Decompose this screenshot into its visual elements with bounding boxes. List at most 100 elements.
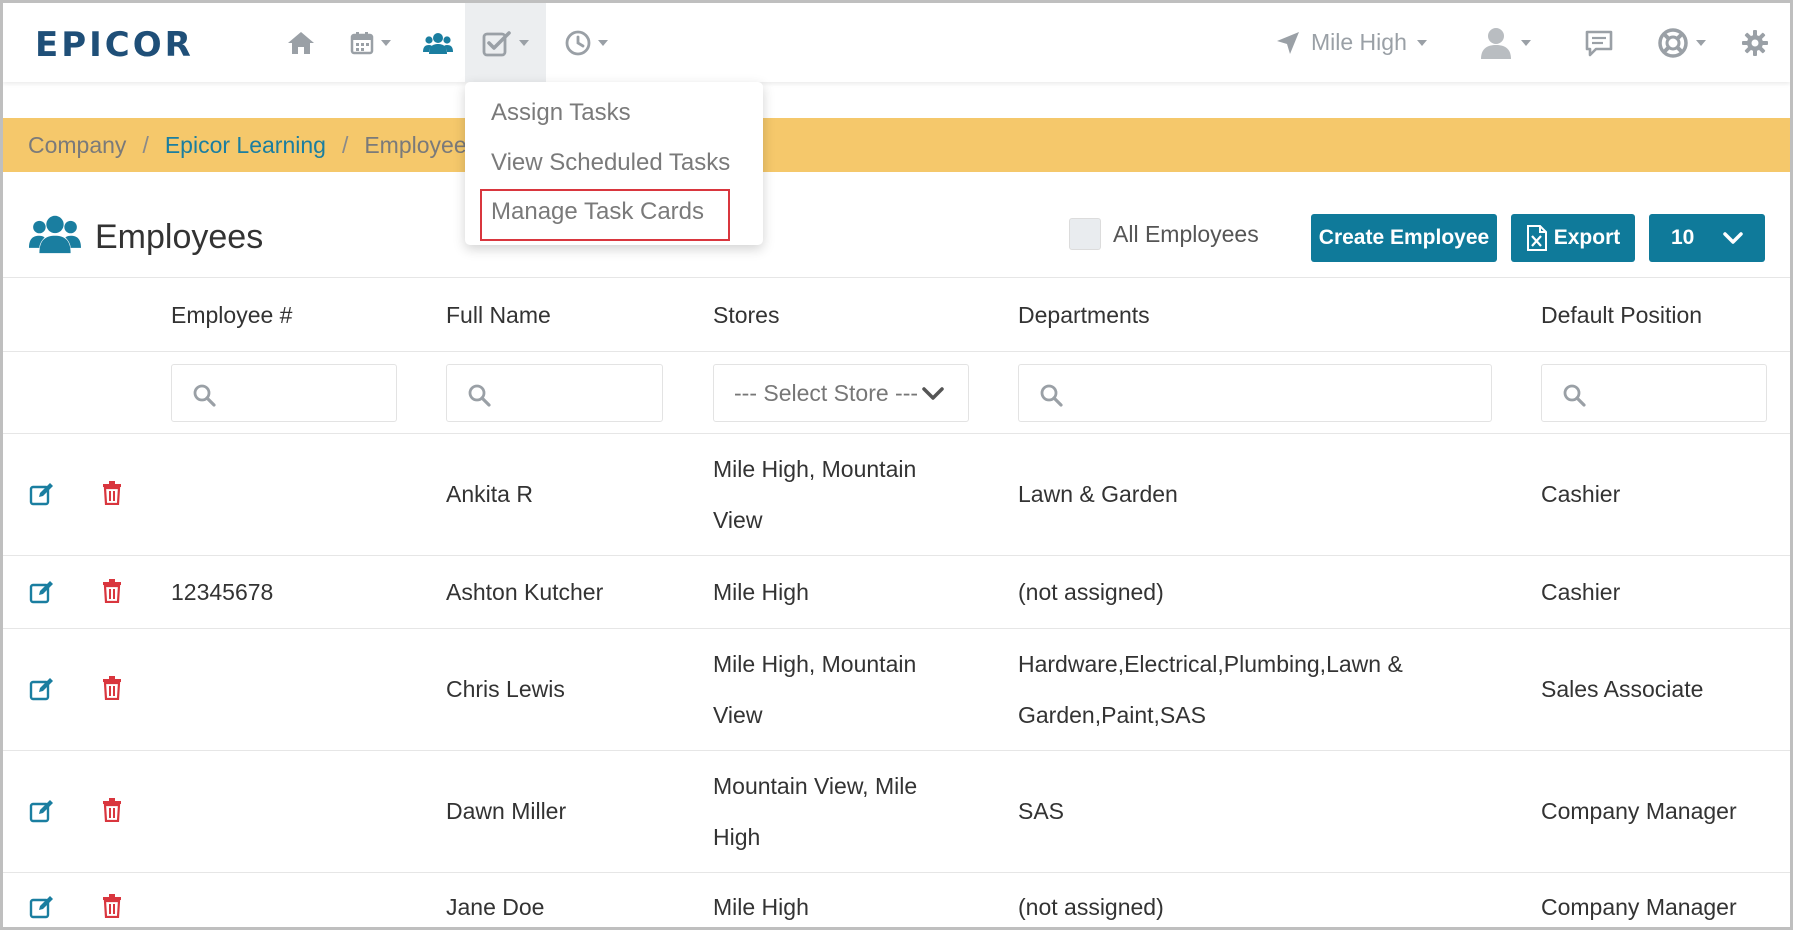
cell-stores-line2: High — [713, 824, 761, 850]
table-row: 12345678 Ashton Kutcher Mile High (not a… — [3, 556, 1790, 629]
employee-no-search-input[interactable] — [171, 364, 397, 422]
column-header-full-name[interactable]: Full Name — [446, 302, 551, 329]
clock-menu[interactable] — [561, 3, 611, 82]
delete-icon[interactable] — [101, 798, 123, 822]
column-header-departments[interactable]: Departments — [1018, 302, 1150, 329]
table-row: Dawn Miller Mountain View, Mile High SAS… — [3, 751, 1790, 873]
edit-icon[interactable] — [29, 895, 55, 919]
cell-stores-line1: Mile High, Mountain — [713, 456, 917, 482]
chat-icon[interactable] — [1581, 3, 1617, 82]
gear-icon[interactable] — [1737, 3, 1773, 82]
user-menu[interactable] — [1473, 3, 1535, 82]
delete-icon[interactable] — [101, 676, 123, 700]
chevron-down-icon — [1723, 232, 1743, 244]
filter-row: --- Select Store --- — [3, 352, 1790, 434]
chevron-down-icon — [1416, 39, 1427, 46]
delete-icon[interactable] — [101, 481, 123, 505]
menu-item-assign-tasks[interactable]: Assign Tasks — [491, 99, 631, 127]
clock-icon — [565, 30, 590, 55]
calendar-icon — [350, 31, 373, 54]
edit-icon[interactable] — [29, 799, 55, 823]
cell-stores-line1: Mountain View, Mile — [713, 773, 918, 799]
user-icon — [1480, 27, 1511, 59]
store-selector[interactable]: Mile High — [1275, 3, 1427, 82]
delete-icon[interactable] — [101, 894, 123, 918]
store-filter-placeholder: --- Select Store --- — [734, 379, 919, 406]
cell-departments-line1: SAS — [1018, 798, 1065, 824]
help-lifebuoy-icon — [1657, 27, 1688, 58]
delete-icon[interactable] — [101, 579, 123, 603]
breadcrumb-epicor-learning[interactable]: Epicor Learning — [165, 132, 326, 159]
edit-icon[interactable] — [29, 677, 55, 701]
table-row: Ankita R Mile High, Mountain View Lawn &… — [3, 434, 1790, 556]
employees-icon — [29, 215, 81, 254]
create-employee-button[interactable]: Create Employee — [1311, 214, 1497, 262]
page-header: Employees All Employees Create Employee … — [3, 198, 1790, 278]
search-icon — [193, 384, 216, 407]
chevron-down-icon — [519, 39, 529, 46]
search-icon — [1040, 384, 1063, 407]
tasks-dropdown-menu: Assign Tasks View Scheduled Tasks Manage… — [465, 82, 763, 245]
cell-default-position: Cashier — [1541, 579, 1621, 605]
search-icon — [468, 384, 491, 407]
menu-item-view-scheduled-tasks[interactable]: View Scheduled Tasks — [491, 149, 730, 177]
cell-stores-line2: View — [713, 702, 763, 728]
edit-icon[interactable] — [29, 482, 55, 506]
cell-default-position: Company Manager — [1541, 894, 1737, 920]
chevron-down-icon — [1695, 39, 1706, 46]
page-size-select[interactable]: 10 — [1649, 214, 1765, 262]
column-header-default-position[interactable]: Default Position — [1541, 302, 1702, 329]
full-name-search-input[interactable] — [446, 364, 663, 422]
breadcrumb-separator: / — [142, 131, 149, 158]
table-row: Chris Lewis Mile High, Mountain View Har… — [3, 629, 1790, 751]
cell-default-position: Cashier — [1541, 481, 1621, 507]
breadcrumb-company[interactable]: Company — [28, 132, 126, 159]
cell-departments-line1: (not assigned) — [1018, 894, 1164, 920]
store-filter-select[interactable]: --- Select Store --- — [713, 364, 969, 422]
search-icon — [1563, 384, 1586, 407]
users-icon[interactable] — [420, 3, 456, 82]
app-window: EPICOR Mile High Company / Epicor Learni… — [0, 0, 1793, 930]
cell-departments-line1: Lawn & Garden — [1018, 481, 1178, 507]
help-menu[interactable] — [1651, 3, 1711, 82]
cell-full-name: Ankita R — [446, 481, 533, 507]
edit-icon[interactable] — [29, 580, 55, 604]
tasks-menu[interactable] — [465, 3, 546, 82]
highlight-box — [480, 189, 730, 241]
departments-search-input[interactable] — [1018, 364, 1492, 422]
cell-full-name: Ashton Kutcher — [446, 579, 604, 605]
cell-full-name: Jane Doe — [446, 894, 545, 920]
column-header-employee-no[interactable]: Employee # — [171, 302, 292, 329]
breadcrumb: Company / Epicor Learning / Employees — [3, 118, 1790, 172]
table-row: Jane Doe Mile High (not assigned) Compan… — [3, 873, 1790, 927]
column-header-stores[interactable]: Stores — [713, 302, 779, 329]
store-label: Mile High — [1311, 29, 1407, 55]
cell-stores-line1: Mile High, Mountain — [713, 651, 917, 677]
page-title: Employees — [95, 218, 264, 256]
table-header: Employee # Full Name Stores Departments … — [3, 278, 1790, 352]
cell-employee-no: 12345678 — [171, 579, 274, 605]
export-button[interactable]: Export — [1511, 214, 1635, 262]
cell-stores-line2: View — [713, 507, 763, 533]
tasks-icon — [482, 30, 511, 56]
chevron-down-icon — [597, 39, 608, 46]
chevron-down-icon — [380, 39, 391, 46]
chevron-down-icon — [922, 387, 944, 400]
epicor-logo[interactable]: EPICOR — [35, 25, 194, 65]
cell-default-position: Company Manager — [1541, 798, 1737, 824]
breadcrumb-employees: Employees — [364, 131, 479, 158]
cell-departments-line1: Hardware,Electrical,Plumbing,Lawn & — [1018, 651, 1403, 677]
cell-stores-line1: Mile High — [713, 894, 809, 920]
location-arrow-icon — [1277, 31, 1299, 54]
cell-default-position: Sales Associate — [1541, 676, 1704, 702]
top-navbar: EPICOR Mile High — [3, 3, 1790, 82]
default-position-search-input[interactable] — [1541, 364, 1767, 422]
home-icon[interactable] — [281, 3, 321, 82]
chevron-down-icon — [1520, 39, 1531, 46]
cell-stores-line1: Mile High — [713, 579, 809, 605]
cell-departments-line2: Garden,Paint,SAS — [1018, 702, 1206, 728]
calendar-menu[interactable] — [345, 3, 395, 82]
cell-full-name: Chris Lewis — [446, 676, 565, 702]
all-employees-checkbox[interactable] — [1069, 218, 1101, 250]
excel-file-icon — [1526, 225, 1547, 251]
